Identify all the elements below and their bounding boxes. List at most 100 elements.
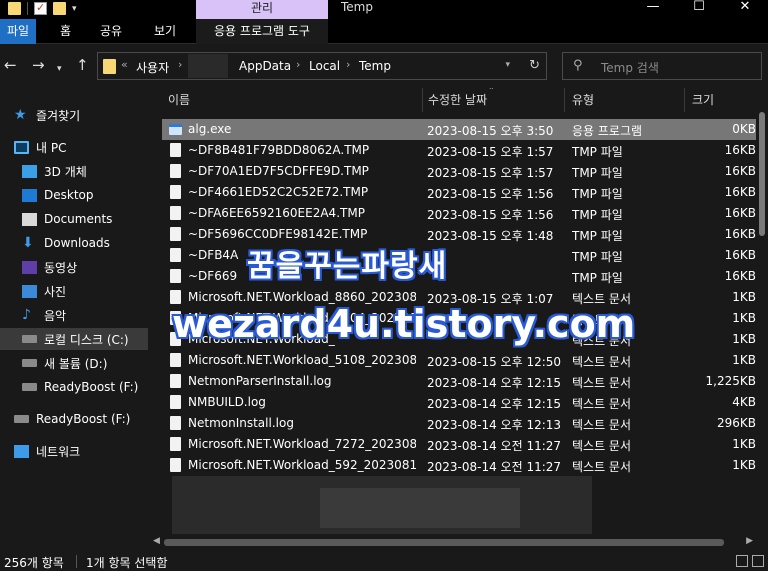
file-date: 2023-08-14 오후 12:15 [427, 397, 562, 411]
breadcrumb-separator[interactable]: › [296, 58, 300, 71]
details-view-icon[interactable] [736, 555, 748, 567]
status-bar: 256개 항목 1개 항목 선택함 [0, 552, 768, 571]
scroll-thumb[interactable] [759, 112, 765, 236]
sidebar-item-label: 로컬 디스크 (C:) [44, 332, 129, 347]
column-divider[interactable] [564, 88, 565, 112]
file-name: ~DF4661ED52C2C52E72.TMP [188, 185, 369, 199]
breadcrumb-users[interactable]: 사용자 [136, 59, 169, 76]
close-button[interactable]: ✕ [722, 0, 768, 19]
table-row[interactable]: alg.exe 2023-08-15 오후 3:50 응용 프로그램 0KB [162, 119, 756, 140]
forward-arrow-icon[interactable]: → [32, 57, 45, 73]
sidebar-item-network[interactable]: 네트워크 [0, 440, 148, 462]
sidebar-item-desktop[interactable]: Desktop [0, 184, 148, 206]
table-row[interactable]: ~DF70A1ED7F5CDFFE9D.TMP 2023-08-15 오후 1:5… [162, 161, 756, 182]
scroll-thumb[interactable] [164, 539, 724, 546]
manage-context-tab[interactable]: 관리 [196, 0, 328, 19]
address-bar[interactable]: « 사용자 › AppData › Local › Temp ▾ ↻ [97, 52, 547, 80]
vertical-scrollbar[interactable] [756, 88, 768, 552]
tab-home[interactable]: 홈 [60, 19, 71, 44]
sidebar-item-music[interactable]: ♪ 음악 [0, 304, 148, 326]
column-header-name[interactable]: 이름 [168, 88, 190, 112]
back-arrow-icon[interactable]: ← [4, 57, 17, 73]
file-name: ~DF8B481F79BDD8062A.TMP [188, 143, 370, 157]
network-icon [14, 444, 29, 458]
sidebar-item-quick-access[interactable]: ★ 즐겨찾기 [0, 104, 148, 126]
new-folder-icon[interactable] [53, 2, 66, 15]
tab-share[interactable]: 공유 [100, 19, 122, 44]
sidebar-item-new-volume-d[interactable]: 새 볼륨 (D:) [0, 352, 148, 374]
recent-chevron-icon[interactable]: ▾ [57, 61, 62, 77]
sidebar-item-label: 음악 [44, 308, 67, 323]
file-icon [170, 374, 181, 388]
address-dropdown-icon[interactable]: ▾ [505, 60, 510, 70]
properties-icon[interactable] [34, 1, 47, 15]
column-header-date[interactable]: 수정한 날짜 [428, 88, 487, 112]
video-icon [22, 260, 37, 274]
table-row[interactable]: Microsoft.NET.Workload_5108_2023081 2023-… [162, 350, 756, 371]
drive-icon [22, 359, 37, 367]
sidebar-item-readyboost-f[interactable]: ReadyBoost (F:) [0, 376, 148, 398]
file-name: NMBUILD.log [188, 395, 266, 409]
file-type: TMP 파일 [572, 187, 623, 201]
sidebar-item-local-disk-c[interactable]: 로컬 디스크 (C:) [0, 328, 148, 350]
redacted-region [320, 488, 520, 528]
tab-view[interactable]: 보기 [154, 19, 176, 44]
sidebar-item-readyboost-f-root[interactable]: ReadyBoost (F:) [0, 408, 148, 430]
file-size: 0KB [732, 122, 756, 136]
breadcrumb-local[interactable]: Local [309, 59, 340, 73]
tab-file[interactable]: 파일 [0, 19, 37, 44]
table-row[interactable]: NetmonParserInstall.log 2023-08-14 오후 12:… [162, 371, 756, 392]
column-divider[interactable] [684, 88, 685, 112]
table-row[interactable]: NMBUILD.log 2023-08-14 오후 12:15 텍스트 문서 4KB [162, 392, 756, 413]
file-type: TMP 파일 [572, 208, 623, 222]
file-name: Microsoft.NET.Workload_5108_2023081 [188, 353, 416, 367]
file-type: 텍스트 문서 [572, 397, 632, 411]
table-row[interactable]: ~DF4661ED52C2C52E72.TMP 2023-08-15 오후 1:5… [162, 182, 756, 203]
table-row[interactable]: NetmonInstall.log 2023-08-14 오후 12:13 텍스트 … [162, 413, 756, 434]
file-name: NetmonParserInstall.log [188, 374, 332, 388]
sidebar-item-documents[interactable]: Documents [0, 208, 148, 230]
breadcrumb-separator[interactable]: › [346, 58, 350, 71]
scroll-right-icon[interactable]: ▶ [746, 536, 753, 546]
file-date: 2023-08-15 오후 1:57 [427, 145, 554, 159]
search-input[interactable]: ⚲ Temp 검색 [562, 52, 762, 80]
table-row[interactable]: ~DFA6EE6592160EE2A4.TMP 2023-08-15 오후 1:5… [162, 203, 756, 224]
up-arrow-icon[interactable]: ↑ [76, 57, 89, 73]
sidebar-item-pictures[interactable]: 사진 [0, 280, 148, 302]
column-header-type[interactable]: 유형 [572, 88, 594, 112]
file-type: TMP 파일 [572, 166, 623, 180]
refresh-icon[interactable]: ↻ [529, 58, 540, 73]
file-date: 2023-08-14 오전 11:27 [427, 460, 562, 474]
file-size: 16KB [724, 164, 756, 178]
file-icon [170, 437, 181, 451]
table-row[interactable]: ~DF8B481F79BDD8062A.TMP 2023-08-15 오후 1:5… [162, 140, 756, 161]
file-name: ~DFA6EE6592160EE2A4.TMP [188, 206, 365, 220]
file-name: ~DF70A1ED7F5CDFFE9D.TMP [188, 164, 369, 178]
sidebar-item-3d-objects[interactable]: 3D 개체 [0, 160, 148, 182]
minimize-button[interactable]: — [630, 0, 676, 19]
sidebar-item-downloads[interactable]: ⬇ Downloads [0, 232, 148, 254]
table-row[interactable]: Microsoft.NET.Workload_7272_2023081 2023-… [162, 434, 756, 455]
sidebar-item-label: 새 볼륨 (D:) [44, 356, 108, 371]
breadcrumb-temp[interactable]: Temp [359, 59, 391, 73]
scroll-left-icon[interactable]: ◀ [153, 536, 160, 546]
column-divider[interactable] [422, 88, 423, 112]
cube-icon [22, 164, 37, 178]
maximize-button[interactable]: ☐ [676, 0, 722, 19]
overflow-chevron-icon[interactable]: « [121, 58, 128, 71]
breadcrumb-appdata[interactable]: AppData [239, 59, 291, 73]
sidebar-item-this-pc[interactable]: 내 PC [0, 136, 148, 158]
column-header-size[interactable]: 크기 [692, 88, 714, 112]
chevron-down-icon[interactable]: ▾ [72, 4, 77, 14]
usb-drive-icon [14, 415, 29, 423]
table-row[interactable]: Microsoft.NET.Workload_592_20230814 2023-… [162, 455, 756, 476]
horizontal-scrollbar[interactable]: ◀ ▶ [150, 534, 756, 550]
large-icons-view-icon[interactable] [752, 555, 764, 567]
breadcrumb-separator[interactable]: › [178, 58, 182, 71]
tab-app-tools[interactable]: 응용 프로그램 도구 [196, 19, 328, 44]
sidebar-item-label: 즐겨찾기 [36, 108, 81, 123]
download-arrow-icon: ⬇ [22, 234, 34, 251]
sidebar-item-label: Desktop [44, 188, 94, 202]
file-name: ~DF5696CC0DFE98142E.TMP [188, 227, 368, 241]
sidebar-item-videos[interactable]: 동영상 [0, 256, 148, 278]
